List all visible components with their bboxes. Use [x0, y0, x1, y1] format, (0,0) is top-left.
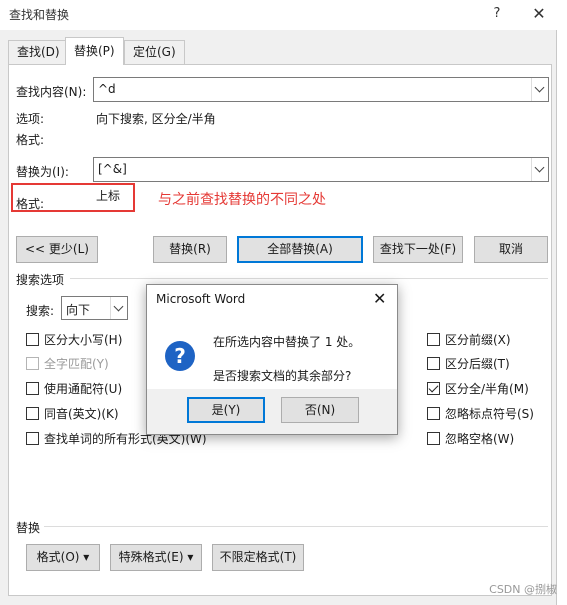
chevron-down-icon	[534, 82, 545, 93]
replace-all-button[interactable]: 全部替换(A)	[237, 236, 363, 263]
message-box-body: ? 在所选内容中替换了 1 处。 是否搜索文档的其余部分?	[147, 315, 397, 389]
checkbox-box[interactable]	[26, 382, 39, 395]
close-button[interactable]: ✕	[527, 3, 551, 25]
search-options-header: 搜索选项	[16, 273, 65, 287]
checkbox-label: 忽略标点符号(S)	[445, 407, 534, 421]
checkbox-box	[26, 357, 39, 370]
replace-label: 替换为(I):	[16, 165, 69, 179]
title-bar: 查找和替换 ? ✕	[0, 0, 557, 30]
search-direction-dropdown[interactable]	[110, 297, 127, 319]
find-format-label: 格式:	[16, 133, 45, 147]
checkbox-box[interactable]	[26, 432, 39, 445]
checkbox-label: 区分全/半角(M)	[445, 382, 529, 396]
tab-replace[interactable]: 替换(P)	[65, 37, 124, 65]
yes-button[interactable]: 是(Y)	[187, 397, 265, 423]
checkmark-icon	[428, 382, 439, 393]
match-case-checkbox[interactable]: 区分大小写(H)	[26, 331, 122, 348]
replace-input[interactable]: [^&]	[93, 157, 549, 182]
annotation-text: 与之前查找替换的不同之处	[158, 192, 326, 208]
find-dropdown-button[interactable]	[531, 78, 548, 101]
search-direction-label: 搜索:	[26, 304, 55, 318]
match-prefix-checkbox[interactable]: 区分前缀(X)	[427, 331, 511, 348]
checkbox-label: 使用通配符(U)	[44, 382, 123, 396]
no-button[interactable]: 否(N)	[281, 397, 359, 423]
checkbox-box[interactable]	[427, 382, 440, 395]
search-direction-select[interactable]: 向下	[61, 296, 128, 320]
message-line-2: 是否搜索文档的其余部分?	[213, 369, 352, 383]
checkbox-box[interactable]	[26, 407, 39, 420]
message-line-1: 在所选内容中替换了 1 处。	[213, 335, 361, 349]
find-next-button[interactable]: 查找下一处(F)	[373, 236, 463, 263]
replace-dropdown-button[interactable]	[531, 158, 548, 181]
checkbox-box[interactable]	[26, 333, 39, 346]
checkbox-label: 区分前缀(X)	[445, 333, 511, 347]
find-input-value: ^d	[98, 82, 116, 96]
message-box-title-bar: Microsoft Word ✕	[147, 285, 397, 315]
checkbox-box[interactable]	[427, 432, 440, 445]
tab-find[interactable]: 查找(D)	[8, 40, 69, 64]
chevron-down-icon	[113, 301, 124, 312]
sounds-like-checkbox[interactable]: 同音(英文)(K)	[26, 405, 119, 422]
divider	[44, 526, 548, 527]
background-page-edge	[558, 0, 567, 605]
checkbox-box[interactable]	[427, 357, 440, 370]
highlight-box	[11, 183, 135, 212]
find-input[interactable]: ^d	[93, 77, 549, 102]
find-label: 查找内容(N):	[16, 85, 87, 99]
match-suffix-checkbox[interactable]: 区分后缀(T)	[427, 355, 510, 372]
checkbox-label: 区分大小写(H)	[44, 333, 123, 347]
options-label: 选项:	[16, 112, 45, 126]
special-button[interactable]: 特殊格式(E) ▾	[110, 544, 202, 571]
checkbox-label: 忽略空格(W)	[445, 432, 515, 446]
replace-button[interactable]: 替换(R)	[153, 236, 227, 263]
less-button[interactable]: << 更少(L)	[16, 236, 98, 263]
chevron-down-icon	[534, 162, 545, 173]
message-box: Microsoft Word ✕ ? 在所选内容中替换了 1 处。 是否搜索文档…	[146, 284, 398, 435]
search-direction-value: 向下	[66, 303, 91, 317]
ignore-whitespace-checkbox[interactable]: 忽略空格(W)	[427, 430, 514, 447]
checkbox-label: 同音(英文)(K)	[44, 407, 119, 421]
match-width-checkbox[interactable]: 区分全/半角(M)	[427, 380, 529, 397]
whole-word-checkbox: 全字匹配(Y)	[26, 355, 109, 372]
format-button[interactable]: 格式(O) ▾	[26, 544, 100, 571]
divider	[70, 278, 548, 279]
replace-input-value: [^&]	[98, 162, 127, 176]
window-title: 查找和替换	[9, 8, 70, 22]
message-box-close-button[interactable]: ✕	[373, 289, 386, 308]
replace-section-header: 替换	[16, 521, 41, 535]
help-button[interactable]: ?	[485, 3, 509, 25]
checkbox-label: 全字匹配(Y)	[44, 357, 109, 371]
tab-goto[interactable]: 定位(G)	[124, 40, 185, 64]
watermark-text: CSDN @捌椒	[489, 583, 557, 596]
checkbox-box[interactable]	[427, 333, 440, 346]
cancel-button[interactable]: 取消	[474, 236, 548, 263]
wildcards-checkbox[interactable]: 使用通配符(U)	[26, 380, 122, 397]
ignore-punctuation-checkbox[interactable]: 忽略标点符号(S)	[427, 405, 534, 422]
checkbox-label: 区分后缀(T)	[445, 357, 510, 371]
no-formatting-button[interactable]: 不限定格式(T)	[212, 544, 304, 571]
options-value: 向下搜索, 区分全/半角	[96, 112, 216, 126]
question-icon: ?	[165, 341, 195, 371]
message-box-title: Microsoft Word	[156, 292, 246, 306]
checkbox-box[interactable]	[427, 407, 440, 420]
